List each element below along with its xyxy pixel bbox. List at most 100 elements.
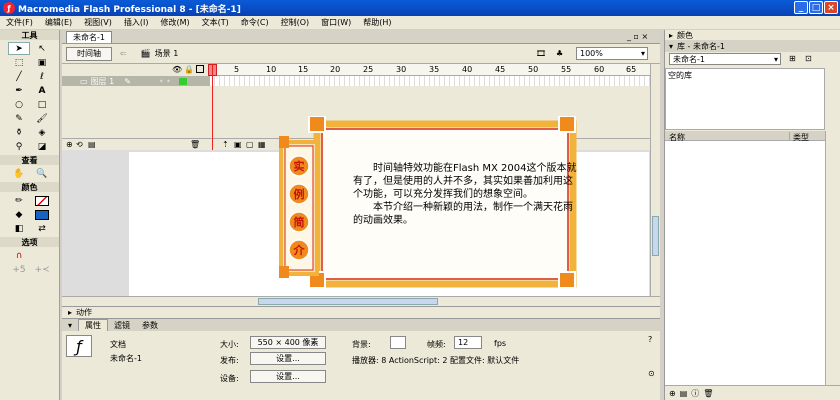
arrow-tool-icon[interactable]: ➤ (8, 42, 30, 55)
pin-icon[interactable]: ⊞ (789, 54, 796, 63)
playhead[interactable] (212, 64, 213, 150)
fps-input[interactable]: 12 (454, 336, 482, 349)
properties-icon[interactable]: ⓘ (691, 388, 699, 399)
actions-panel-bar[interactable]: ▸ 动作 (62, 306, 660, 318)
background-color-swatch[interactable] (390, 336, 406, 349)
vertical-scrollbar[interactable] (650, 64, 660, 296)
library-panel-header[interactable]: ▾ 库 - 未命名-1 (665, 40, 840, 52)
smooth-icon[interactable]: +5 (8, 263, 30, 276)
add-guide-icon[interactable]: ⟲ (76, 140, 83, 149)
edit-multiple-icon[interactable]: ▦ (258, 140, 266, 149)
edit-scene-icon[interactable]: 🎞 (536, 49, 546, 58)
line-tool-icon[interactable]: ╱ (8, 70, 30, 83)
minimize-button[interactable]: _ (794, 1, 808, 14)
color-panel-header[interactable]: ▸ 颜色 (665, 30, 840, 40)
expand-icon[interactable]: ⊙ (648, 369, 655, 378)
back-arrow-icon[interactable]: ⇐ (120, 49, 127, 58)
onion-skin-icon[interactable]: ▣ (234, 140, 242, 149)
menu-text[interactable]: 文本(T) (196, 17, 235, 28)
library-list[interactable] (665, 141, 825, 385)
fill-transform-tool-icon[interactable]: ▣ (31, 56, 53, 69)
menu-help[interactable]: 帮助(H) (357, 17, 397, 28)
ruler-tick: 45 (495, 65, 506, 74)
ruler-tick: 65 (626, 65, 637, 74)
stroke-color-icon[interactable]: ✏ (8, 194, 30, 207)
document-tab-bar: 未命名-1 _ ▫ × (62, 30, 660, 44)
new-symbol-icon[interactable]: ⊕ (669, 389, 676, 398)
library-scrollbar[interactable] (825, 131, 835, 385)
horizontal-scrollbar[interactable] (62, 296, 660, 306)
menu-modify[interactable]: 修改(M) (154, 17, 195, 28)
menu-file[interactable]: 文件(F) (0, 17, 39, 28)
stroke-color-swatch[interactable] (31, 194, 53, 207)
zoom-tool-icon[interactable]: 🔍 (31, 167, 53, 180)
maximize-button[interactable]: □ (809, 1, 823, 14)
horizontal-scroll-thumb[interactable] (258, 298, 438, 305)
new-library-icon[interactable]: ⊡ (805, 54, 812, 63)
pen-tool-icon[interactable]: ✒ (8, 84, 30, 97)
help-icon[interactable]: ? (648, 335, 652, 344)
menu-commands[interactable]: 命令(C) (235, 17, 275, 28)
frame-row[interactable] (210, 76, 660, 86)
menu-view[interactable]: 视图(V) (78, 17, 118, 28)
black-white-icon[interactable]: ◧ (8, 222, 30, 235)
layer-outline-swatch[interactable] (178, 77, 187, 85)
close-button[interactable]: × (824, 1, 838, 14)
stage-area[interactable]: 实 例 简 介 时间轴特效功能在Flash MX 2004这个版本就有了，但是使… (62, 116, 660, 296)
eyedropper-tool-icon[interactable]: ⚲ (8, 140, 30, 153)
library-document-select[interactable]: 未命名-1 ▾ (669, 53, 781, 65)
menu-edit[interactable]: 编辑(E) (39, 17, 78, 28)
fill-color-swatch[interactable] (31, 208, 53, 221)
add-folder-icon[interactable]: ▤ (88, 140, 96, 149)
free-transform-tool-icon[interactable]: ⬚ (8, 56, 30, 69)
zoom-select[interactable]: 100% ▾ (576, 47, 648, 60)
menu-insert[interactable]: 插入(I) (118, 17, 155, 28)
add-layer-icon[interactable]: ⊕ (66, 140, 73, 149)
menu-window[interactable]: 窗口(W) (315, 17, 357, 28)
tab-properties[interactable]: 属性 (78, 319, 109, 331)
object-type: 文档 (110, 340, 126, 349)
timeline-toggle-button[interactable]: 时间轴 (66, 46, 112, 61)
swap-colors-icon[interactable]: ⇄ (31, 222, 53, 235)
edit-symbol-icon[interactable]: ♣ (556, 49, 563, 58)
layer-row[interactable]: ▭ 图层 1 ✎ • • (62, 76, 210, 86)
expand-arrow-icon[interactable]: ▸ (68, 308, 72, 317)
tab-parameters[interactable]: 参数 (136, 320, 164, 331)
onion-outline-icon[interactable]: ▢ (246, 140, 254, 149)
new-folder-icon[interactable]: ▤ (680, 389, 688, 398)
flash-app-icon[interactable]: ƒ (3, 2, 15, 14)
empty-library-text: 空的库 (668, 71, 692, 80)
eraser-tool-icon[interactable]: ◪ (31, 140, 53, 153)
snap-magnet-icon[interactable]: ∩ (8, 249, 30, 262)
tab-filters[interactable]: 滤镜 (108, 320, 136, 331)
ink-bottle-tool-icon[interactable]: ⚱ (8, 126, 30, 139)
brush-tool-icon[interactable]: 🖌 (31, 112, 53, 125)
stage-canvas[interactable]: 实 例 简 介 时间轴特效功能在Flash MX 2004这个版本就有了，但是使… (129, 116, 649, 296)
subselect-tool-icon[interactable]: ↖ (31, 42, 53, 55)
publish-settings-button[interactable]: 设置... (250, 352, 326, 365)
pencil-tool-icon[interactable]: ✎ (8, 112, 30, 125)
oval-tool-icon[interactable]: ○ (8, 98, 30, 111)
eye-icon[interactable]: 👁 (172, 65, 182, 74)
hand-tool-icon[interactable]: ✋ (8, 167, 30, 180)
lasso-tool-icon[interactable]: ℓ (31, 70, 53, 83)
fill-color-icon[interactable]: ◆ (8, 208, 30, 221)
timeline-ruler[interactable]: 1 5 10 15 20 25 30 35 40 45 50 55 60 65 (210, 64, 660, 76)
straighten-icon[interactable]: +≺ (31, 263, 53, 276)
lock-icon[interactable]: 🔒 (184, 65, 194, 74)
trash-icon[interactable]: 🗑 (190, 140, 200, 149)
document-tab[interactable]: 未命名-1 (66, 30, 112, 43)
chevron-down-icon: ▾ (773, 54, 778, 64)
center-frame-icon[interactable]: ⇡ (222, 140, 229, 149)
delete-icon[interactable]: 🗑 (703, 389, 713, 398)
size-button[interactable]: 550 × 400 像素 (250, 336, 326, 349)
collapse-arrow-icon[interactable]: ▾ (62, 321, 78, 330)
vertical-scroll-thumb[interactable] (652, 216, 659, 256)
menu-control[interactable]: 控制(O) (275, 17, 316, 28)
outline-icon[interactable] (196, 65, 204, 73)
doc-window-controls[interactable]: _ ▫ × (627, 32, 648, 41)
paint-bucket-tool-icon[interactable]: ◈ (31, 126, 53, 139)
text-tool-icon[interactable]: A (31, 84, 53, 97)
rectangle-tool-icon[interactable]: □ (31, 98, 53, 111)
device-settings-button[interactable]: 设置... (250, 370, 326, 383)
